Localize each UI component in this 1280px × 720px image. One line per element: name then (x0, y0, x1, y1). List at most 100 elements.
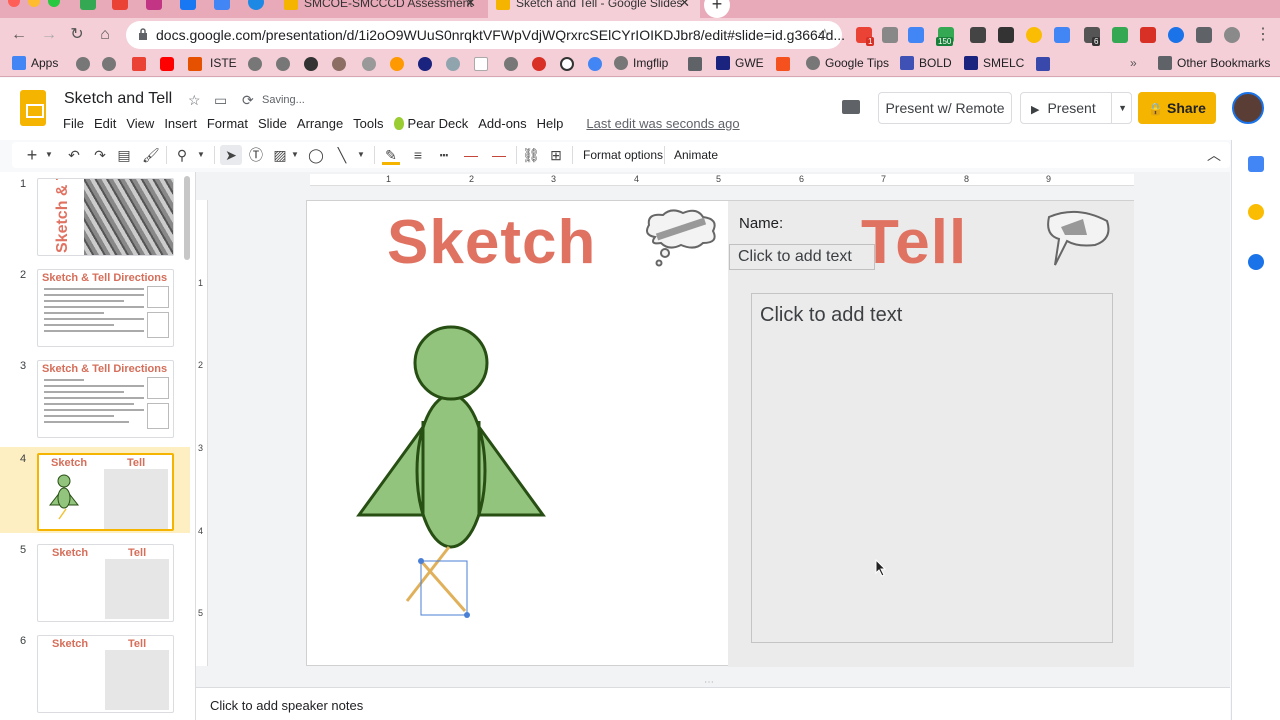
bookmark-gwe[interactable]: GWE (716, 56, 764, 70)
name-text-box[interactable]: Click to add text (729, 244, 875, 270)
extension-icon[interactable] (998, 27, 1014, 43)
zoom-chevron-icon[interactable]: ▼ (196, 145, 206, 165)
bookmark-icon[interactable] (776, 57, 790, 71)
megaphone-icon[interactable] (1041, 207, 1113, 269)
bookmark-icon[interactable] (332, 57, 346, 71)
facebook-icon[interactable] (180, 0, 196, 10)
bookmark-imgflip[interactable]: Imgflip (614, 56, 668, 70)
profile-icon[interactable] (1224, 27, 1240, 43)
globe-icon[interactable] (76, 57, 90, 71)
selection-handle[interactable] (464, 612, 470, 618)
avatar[interactable] (1232, 92, 1264, 124)
figure-body[interactable] (415, 393, 487, 549)
calendar-icon[interactable] (214, 0, 230, 10)
slides-logo-icon[interactable] (20, 90, 46, 126)
last-edit-link[interactable]: Last edit was seconds ago (586, 114, 739, 134)
comment-history-icon[interactable] (842, 100, 860, 114)
present-button[interactable]: ▶ Present ▼ (1020, 92, 1132, 124)
speaker-notes-placeholder[interactable]: Click to add speaker notes (210, 698, 363, 713)
globe-icon[interactable] (276, 57, 290, 71)
amazon-icon[interactable] (390, 57, 404, 71)
extension-icon[interactable] (1112, 27, 1128, 43)
globe-icon[interactable] (102, 57, 116, 71)
line-color-icon[interactable]: ✎ (382, 145, 400, 165)
forward-icon[interactable]: → (38, 24, 60, 46)
bookmark-icon[interactable] (418, 57, 432, 71)
line-dash-icon[interactable]: ┅ (436, 145, 452, 165)
tab-assessment[interactable]: SMCOE-SMCCCD Assessment ✕ (276, 0, 486, 18)
close-tab-icon[interactable]: ✕ (465, 0, 476, 14)
insert-image-icon[interactable]: ▨ (272, 145, 288, 165)
undo-icon[interactable]: ↶ (66, 145, 82, 165)
format-options-button[interactable]: Format options (583, 145, 663, 165)
figure-head[interactable] (413, 325, 489, 401)
bookmark-icon[interactable] (362, 57, 376, 71)
slide-thumbnail-4[interactable]: 4 Sketch Tell (0, 447, 190, 533)
menu-view[interactable]: View (121, 114, 159, 134)
line-start-icon[interactable]: — (462, 145, 480, 165)
selected-line[interactable] (419, 560, 467, 612)
folder-icon[interactable] (688, 57, 702, 71)
collapse-toolbar-chevron-icon[interactable]: ︿ (1206, 145, 1222, 165)
notes-resize-handle[interactable]: ⋯ (196, 677, 1230, 688)
extension-icon[interactable] (1140, 27, 1156, 43)
slide-thumbnail-2[interactable]: 2 Sketch & Tell Directions (0, 263, 190, 349)
text-box-icon[interactable]: Ⓣ (248, 145, 264, 165)
figure-leg-line[interactable] (405, 546, 451, 602)
bookmark-icon[interactable] (532, 57, 546, 71)
menu-pear-deck[interactable]: Pear Deck (389, 114, 474, 134)
back-icon[interactable]: ← (8, 24, 30, 46)
share-button[interactable]: 🔒 Share (1138, 92, 1216, 124)
line-icon[interactable]: ╲ (334, 145, 350, 165)
browser-menu-icon[interactable]: ⋮ (1252, 24, 1274, 46)
slide-thumbnail-3[interactable]: 3 Sketch & Tell Directions (0, 354, 190, 440)
menu-slide[interactable]: Slide (253, 114, 292, 134)
bookmark-iste[interactable]: ISTE (210, 56, 237, 70)
insert-link-icon[interactable]: ⛓ (522, 145, 540, 165)
home-icon[interactable]: ⌂ (94, 24, 116, 46)
gmail-icon[interactable] (112, 0, 128, 10)
close-tab-icon[interactable]: ✕ (679, 0, 690, 14)
zoom-icon[interactable]: ⚲ (174, 145, 190, 165)
present-with-remote-button[interactable]: Present w/ Remote (878, 92, 1012, 124)
keep-icon[interactable] (1248, 204, 1264, 220)
line-weight-icon[interactable]: ≡ (410, 145, 426, 165)
youtube-icon[interactable] (160, 57, 174, 71)
bookmark-icon[interactable] (474, 57, 488, 71)
globe-icon[interactable] (504, 57, 518, 71)
extension-icon[interactable] (1054, 27, 1070, 43)
color-picker-extension-icon[interactable] (1026, 27, 1042, 43)
new-slide-layout-chevron-icon[interactable]: ▼ (44, 145, 54, 165)
selection-handle[interactable] (418, 558, 424, 564)
star-icon[interactable]: ☆ (188, 92, 201, 109)
horizontal-ruler[interactable]: 1 2 3 4 5 6 7 8 9 (310, 174, 1134, 186)
extension-icon[interactable] (970, 27, 986, 43)
slide-thumbnail-6[interactable]: 6 Sketch Tell (0, 629, 190, 715)
bookmark-apps[interactable]: Apps (12, 56, 58, 70)
menu-tools[interactable]: Tools (348, 114, 388, 134)
menu-add-ons[interactable]: Add-ons (473, 114, 531, 134)
calendar-icon[interactable] (1248, 156, 1264, 172)
menu-format[interactable]: Format (202, 114, 253, 134)
line-chevron-icon[interactable]: ▼ (356, 145, 366, 165)
google-icon[interactable] (588, 57, 602, 71)
new-tab-button[interactable]: + (704, 0, 730, 18)
bookmark-smelc[interactable]: SMELC (964, 56, 1024, 70)
thought-bubble-icon[interactable] (641, 207, 721, 269)
shape-icon[interactable]: ◯ (308, 145, 324, 165)
reload-icon[interactable]: ↻ (66, 24, 88, 46)
more-bookmarks-chevron-icon[interactable]: » (1130, 56, 1137, 70)
tell-text-box[interactable]: Click to add text (751, 293, 1113, 643)
line-end-icon[interactable]: — (490, 145, 508, 165)
close-window-icon[interactable] (8, 0, 20, 7)
select-arrow-icon[interactable]: ➤ (220, 145, 242, 165)
paint-format-icon[interactable]: 🖌 (142, 145, 160, 165)
add-comment-icon[interactable]: ⊞ (548, 145, 564, 165)
bookmark-icon[interactable] (304, 57, 318, 71)
bookmark-star-icon[interactable]: ☆ (818, 25, 832, 45)
menu-arrange[interactable]: Arrange (292, 114, 348, 134)
vertical-ruler[interactable]: 1 2 3 4 5 (196, 200, 208, 666)
d2l-icon[interactable] (188, 57, 202, 71)
image-chevron-icon[interactable]: ▼ (290, 145, 300, 165)
document-title[interactable]: Sketch and Tell (64, 90, 172, 108)
